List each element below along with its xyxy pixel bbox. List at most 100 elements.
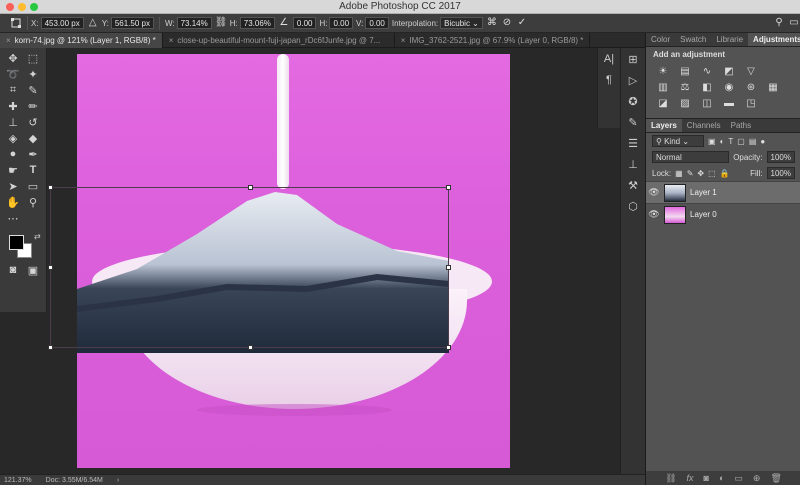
new-layer-icon[interactable]: ⊕ <box>753 473 761 484</box>
color-lookup-icon[interactable]: ▦ <box>766 80 780 94</box>
close-tab-icon[interactable]: × <box>6 36 11 45</box>
lock-transparent-icon[interactable]: ▦ <box>675 169 683 178</box>
clone-stamp-tool-icon[interactable]: ⊥ <box>3 114 23 130</box>
h-input[interactable]: 73.06% <box>239 17 275 29</box>
doc-tab-3[interactable]: × IMG_3762-2521.jpg @ 67.9% (Layer 0, RG… <box>395 33 591 48</box>
w-input[interactable]: 73.14% <box>176 17 212 29</box>
lock-position-icon[interactable]: ✥ <box>697 169 704 178</box>
shape-tool-icon[interactable]: ▭ <box>23 178 43 194</box>
delta-icon[interactable]: △ <box>87 17 99 29</box>
filter-pixel-icon[interactable]: ▣ <box>708 137 716 146</box>
filter-kind-select[interactable]: ⚲ Kind ⌄ <box>652 135 704 147</box>
fill-input[interactable]: 100% <box>766 167 795 179</box>
x-input[interactable]: 453.00 px <box>40 17 84 29</box>
more-tools-icon[interactable]: ⋯ <box>3 210 23 226</box>
navigator-panel-icon[interactable]: ✪ <box>623 91 644 111</box>
clone-source-panel-icon[interactable]: ⊥ <box>623 154 644 174</box>
cancel-transform-icon[interactable]: ⊘ <box>501 17 513 29</box>
tab-adjustments[interactable]: Adjustments <box>748 33 800 46</box>
y-input[interactable]: 561.50 px <box>110 17 154 29</box>
lasso-tool-icon[interactable]: ➰ <box>3 66 23 82</box>
tab-paths[interactable]: Paths <box>726 119 756 132</box>
paint-bucket-tool-icon[interactable]: ◆ <box>23 130 43 146</box>
tab-layers[interactable]: Layers <box>646 119 682 132</box>
levels-icon[interactable]: ▤ <box>678 64 692 78</box>
vibrance-icon[interactable]: ▽ <box>744 64 758 78</box>
black-white-icon[interactable]: ◧ <box>700 80 714 94</box>
paragraph-panel-icon[interactable]: ¶ <box>599 70 620 90</box>
transform-handle-tl[interactable] <box>48 185 53 190</box>
tool-presets-panel-icon[interactable]: ⚒ <box>623 175 644 195</box>
swap-colors-icon[interactable]: ⇄ <box>34 232 41 241</box>
exposure-icon[interactable]: ◩ <box>722 64 736 78</box>
3d-panel-icon[interactable]: ⬡ <box>623 196 644 216</box>
close-tab-icon[interactable]: × <box>169 36 174 45</box>
tab-color[interactable]: Color <box>646 33 675 46</box>
path-selection-tool-icon[interactable]: ➤ <box>3 178 23 194</box>
transform-tool-icon[interactable] <box>4 16 28 30</box>
color-balance-icon[interactable]: ⚖ <box>678 80 692 94</box>
lock-image-icon[interactable]: ✎ <box>687 169 694 178</box>
posterize-icon[interactable]: ▨ <box>678 96 692 110</box>
angle-input[interactable]: 0.00 <box>292 17 317 29</box>
interpolation-select[interactable]: Bicubic ⌄ <box>440 17 483 29</box>
move-tool-icon[interactable]: ✥ <box>3 50 23 66</box>
character-panel-icon[interactable]: A| <box>599 49 620 69</box>
visibility-eye-icon[interactable]: 👁 <box>646 187 662 198</box>
layer-name[interactable]: Layer 0 <box>690 210 717 219</box>
threshold-icon[interactable]: ◫ <box>700 96 714 110</box>
add-mask-icon[interactable]: ◙ <box>704 473 709 483</box>
workspace-icon[interactable]: ▭ <box>788 17 800 29</box>
link-layers-icon[interactable]: ⛓ <box>665 473 676 484</box>
eraser-tool-icon[interactable]: ◈ <box>3 130 23 146</box>
layer-name[interactable]: Layer 1 <box>690 188 717 197</box>
actions-panel-icon[interactable]: ▷ <box>623 70 644 90</box>
close-tab-icon[interactable]: × <box>401 36 406 45</box>
new-adjustment-icon[interactable]: ◐ <box>719 473 724 483</box>
tab-libraries[interactable]: Librarie <box>711 33 748 46</box>
filter-type-icon[interactable]: T <box>728 137 733 146</box>
filter-shape-icon[interactable]: ▢ <box>737 137 745 146</box>
doc-size[interactable]: Doc: 3.55M/6.54M <box>46 477 103 484</box>
tab-channels[interactable]: Channels <box>682 119 726 132</box>
photo-filter-icon[interactable]: ◉ <box>722 80 736 94</box>
document-canvas[interactable] <box>77 54 510 468</box>
lock-all-icon[interactable]: 🔒 <box>720 169 730 178</box>
commit-transform-icon[interactable]: ✓ <box>516 17 528 29</box>
history-panel-icon[interactable]: ⊞ <box>623 49 644 69</box>
zoom-level[interactable]: 121.37% <box>4 477 32 484</box>
status-menu-icon[interactable]: › <box>117 477 119 484</box>
hskew-input[interactable]: 0.00 <box>329 17 354 29</box>
eyedropper-tool-icon[interactable]: ✎ <box>23 82 43 98</box>
marquee-tool-icon[interactable]: ⬚ <box>23 50 43 66</box>
search-icon[interactable]: ⚲ <box>773 17 785 29</box>
magic-wand-tool-icon[interactable]: ✦ <box>23 66 43 82</box>
healing-tool-icon[interactable]: ✚ <box>3 98 23 114</box>
doc-tab-1[interactable]: × korn-74.jpg @ 121% (Layer 1, RGB/8) * <box>0 33 163 48</box>
history-brush-tool-icon[interactable]: ↺ <box>23 114 43 130</box>
type-tool-icon[interactable]: T <box>23 162 43 178</box>
brushes-panel-icon[interactable]: ✎ <box>623 112 644 132</box>
tab-swatches[interactable]: Swatch <box>675 33 711 46</box>
quick-mask-icon[interactable]: ◙ <box>3 262 23 278</box>
delete-layer-icon[interactable]: 🗑 <box>770 473 781 484</box>
transform-handle-l[interactable] <box>48 265 53 270</box>
lock-artboard-icon[interactable]: ⬚ <box>708 169 716 178</box>
doc-tab-2[interactable]: × close-up-beautiful-mount-fuji-japan_rD… <box>163 33 395 48</box>
brightness-contrast-icon[interactable]: ☀ <box>656 64 670 78</box>
layer-row-layer-0[interactable]: 👁 Layer 0 <box>646 203 800 225</box>
visibility-eye-icon[interactable]: 👁 <box>646 209 662 220</box>
new-group-icon[interactable]: ▭ <box>734 473 743 484</box>
blend-mode-select[interactable]: Normal <box>652 151 730 163</box>
dodge-tool-icon[interactable]: ● <box>3 146 23 162</box>
selective-color-icon[interactable]: ◳ <box>744 96 758 110</box>
filter-smart-icon[interactable]: ▤ <box>749 137 757 146</box>
invert-icon[interactable]: ◪ <box>656 96 670 110</box>
brush-tool-icon[interactable]: ✏ <box>23 98 43 114</box>
properties-panel-icon[interactable]: ☰ <box>623 133 644 153</box>
foreground-color-swatch[interactable] <box>9 235 24 250</box>
channel-mixer-icon[interactable]: ⊛ <box>744 80 758 94</box>
filter-adjust-icon[interactable]: ◐ <box>720 137 725 146</box>
gradient-map-icon[interactable]: ▬ <box>722 96 736 110</box>
hand-tool-icon[interactable]: ✋ <box>3 194 23 210</box>
